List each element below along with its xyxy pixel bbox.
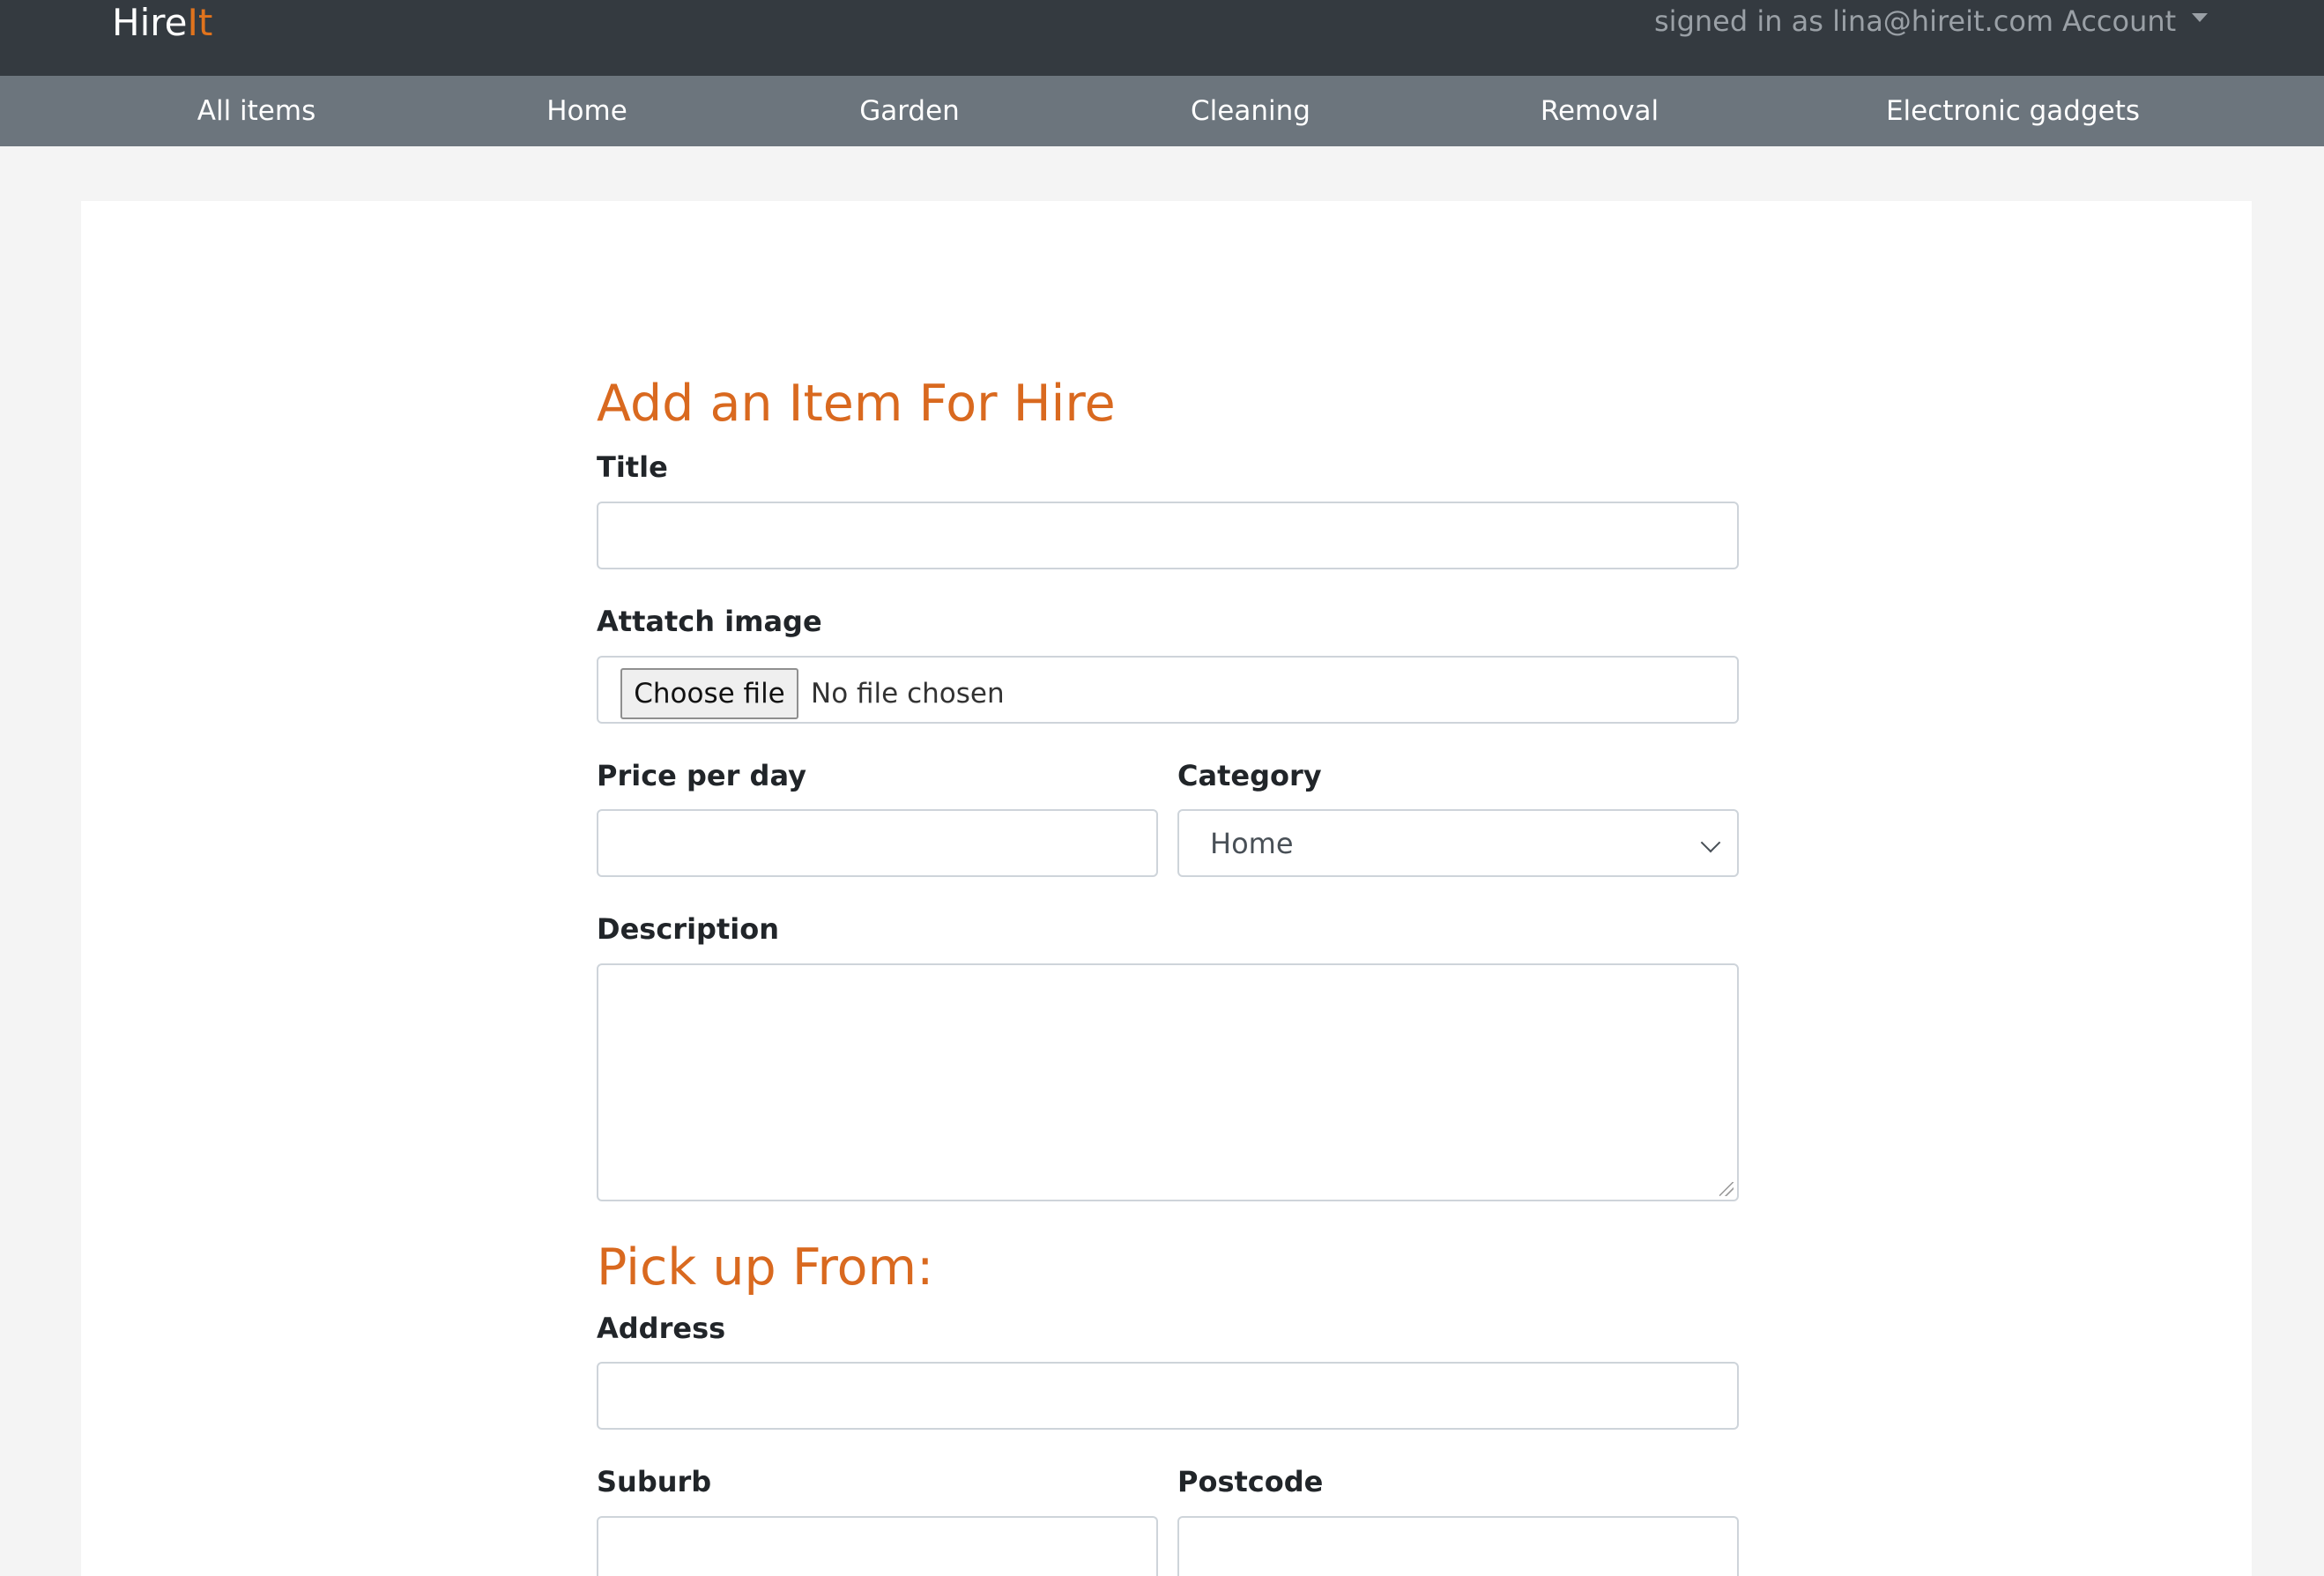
brand-main-text: Hire xyxy=(112,1,188,44)
category-link-home[interactable]: Home xyxy=(546,76,627,146)
image-file-input[interactable]: Choose file No file chosen xyxy=(597,656,1739,724)
account-label: Account xyxy=(2062,4,2177,38)
file-status-text: No file chosen xyxy=(811,678,1005,710)
title-label: Title xyxy=(597,450,668,484)
brand-accent-text: It xyxy=(187,1,213,44)
choose-file-button[interactable]: Choose file xyxy=(620,668,798,719)
postcode-input[interactable] xyxy=(1177,1516,1739,1576)
category-label: Category xyxy=(1177,759,1322,792)
category-link-electronic-gadgets[interactable]: Electronic gadgets xyxy=(1886,76,2140,146)
category-selected-value: Home xyxy=(1210,827,1294,860)
description-label: Description xyxy=(597,912,779,946)
title-input[interactable] xyxy=(597,502,1739,569)
resize-grip-icon[interactable] xyxy=(1719,1182,1734,1196)
signed-in-text: signed in as lina@hireit.com xyxy=(1654,4,2054,38)
address-input[interactable] xyxy=(597,1362,1739,1430)
description-textarea[interactable] xyxy=(597,963,1739,1201)
category-link-cleaning[interactable]: Cleaning xyxy=(1191,76,1310,146)
suburb-input[interactable] xyxy=(597,1516,1158,1576)
category-select[interactable]: Home xyxy=(1177,809,1739,877)
chevron-down-icon xyxy=(1700,832,1721,853)
category-link-garden[interactable]: Garden xyxy=(859,76,960,146)
pickup-heading: Pick up From: xyxy=(597,1238,934,1297)
address-label: Address xyxy=(597,1312,726,1345)
price-per-day-input[interactable] xyxy=(597,809,1158,877)
suburb-label: Suburb xyxy=(597,1465,712,1498)
brand-logo[interactable]: HireIt xyxy=(112,0,212,46)
category-link-removal[interactable]: Removal xyxy=(1541,76,1659,146)
account-dropdown[interactable]: Account xyxy=(2062,0,2209,42)
price-per-day-label: Price per day xyxy=(597,759,806,792)
caret-down-icon xyxy=(2192,13,2209,22)
attach-image-label: Attatch image xyxy=(597,605,822,638)
page-title: Add an Item For Hire xyxy=(597,375,1116,433)
category-link-all-items[interactable]: All items xyxy=(197,76,316,146)
postcode-label: Postcode xyxy=(1177,1465,1324,1498)
